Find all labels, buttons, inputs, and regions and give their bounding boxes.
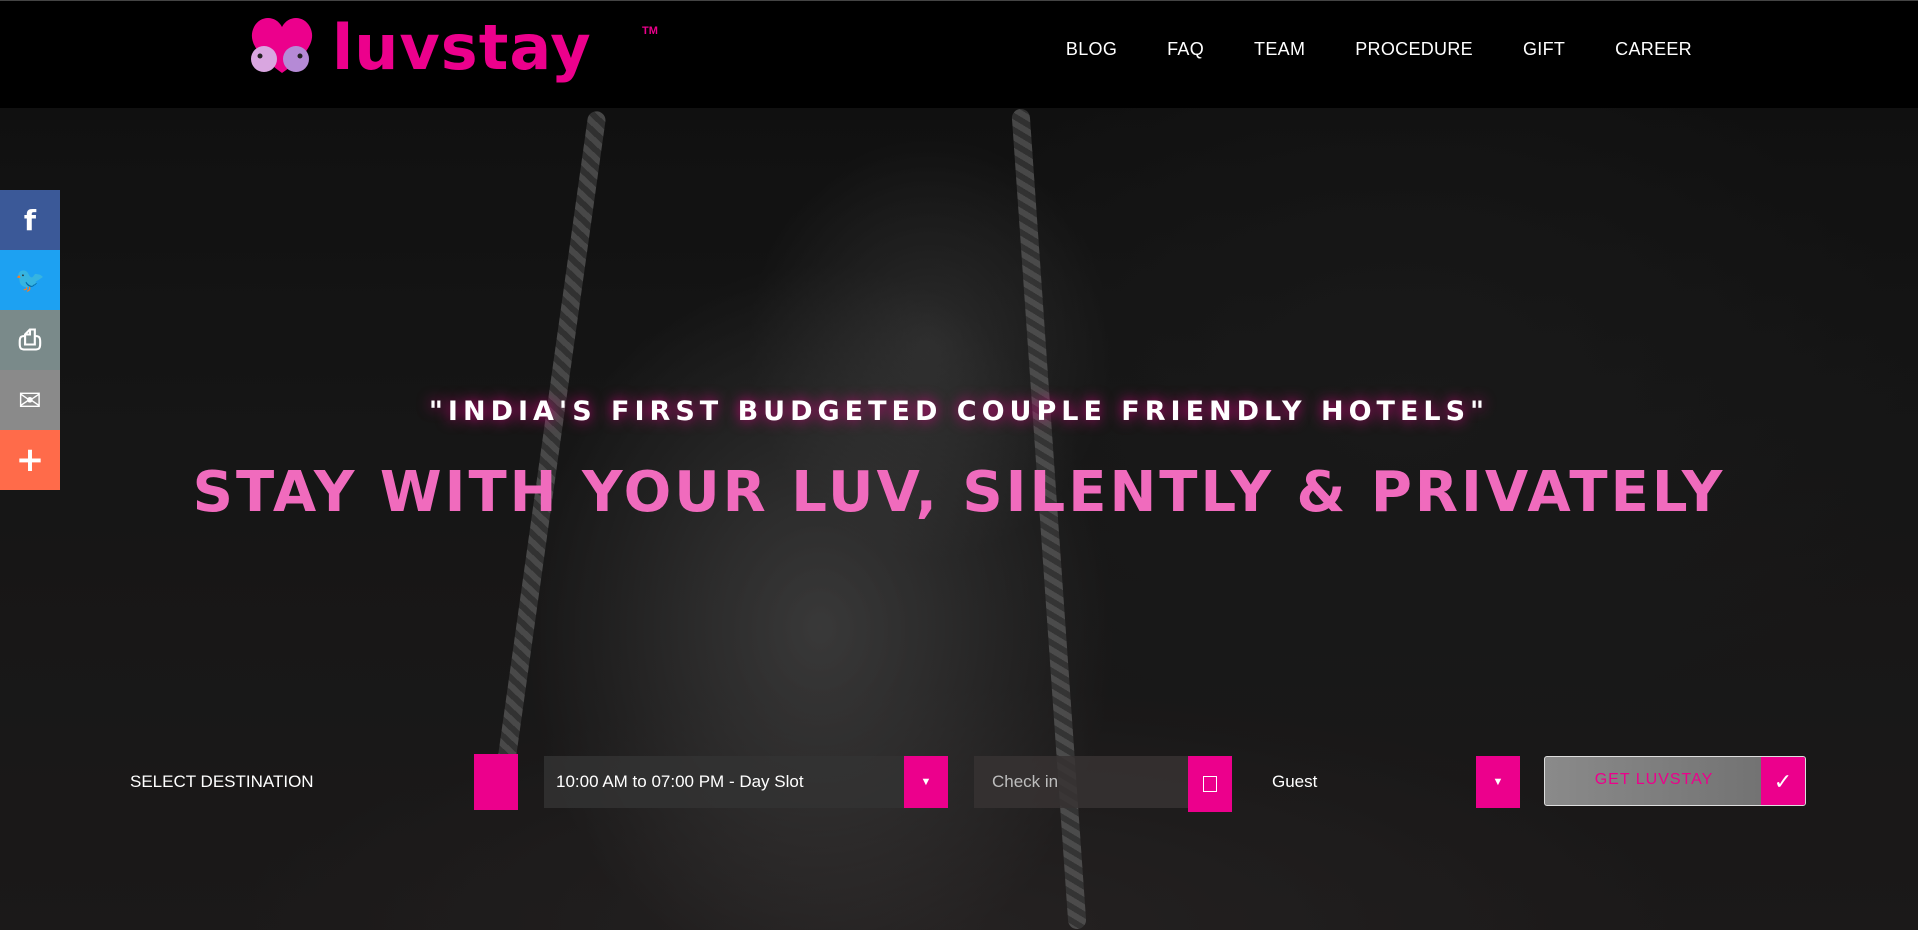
guest-select[interactable]: Guest ▼ <box>1262 756 1520 808</box>
social-share-bar: f 🐦 ⎙ ✉ + <box>0 190 60 490</box>
hero-tagline: "INDIA'S FIRST BUDGETED COUPLE FRIENDLY … <box>428 396 1490 427</box>
nav-faq[interactable]: FAQ <box>1167 39 1204 60</box>
twitter-icon[interactable]: 🐦 <box>0 250 60 310</box>
time-slot-value: 10:00 AM to 07:00 PM - Day Slot <box>556 772 804 791</box>
luvstay-logo[interactable]: luvstay TM <box>244 11 664 91</box>
guest-chevron-icon[interactable]: ▼ <box>1476 756 1520 808</box>
email-icon[interactable]: ✉ <box>0 370 60 430</box>
trademark-mark: TM <box>642 25 658 37</box>
time-slot-chevron-icon[interactable]: ▼ <box>904 756 948 808</box>
nav-procedure[interactable]: PROCEDURE <box>1355 39 1473 60</box>
site-header: luvstay TM BLOG FAQ TEAM PROCEDURE GIFT … <box>0 0 1918 108</box>
facebook-icon[interactable]: f <box>0 190 60 250</box>
hero-headline: STAY WITH YOUR LUV, SILENTLY & PRIVATELY <box>192 460 1726 525</box>
guest-value: Guest <box>1272 772 1318 791</box>
get-luvstay-button[interactable]: GET LUVSTAY ✓ <box>1544 756 1806 806</box>
nav-team[interactable]: TEAM <box>1254 39 1305 60</box>
get-luvstay-label: GET LUVSTAY <box>1594 771 1714 788</box>
more-share-icon[interactable]: + <box>0 430 60 490</box>
calendar-icon[interactable] <box>1188 756 1232 812</box>
nav-career[interactable]: CAREER <box>1615 39 1692 60</box>
nav-blog[interactable]: BLOG <box>1066 39 1117 60</box>
hearts-logo-icon <box>251 18 313 73</box>
print-icon[interactable]: ⎙ <box>0 310 60 370</box>
checkmark-icon: ✓ <box>1761 757 1805 805</box>
time-slot-select[interactable]: 10:00 AM to 07:00 PM - Day Slot ▼ <box>544 756 948 808</box>
main-nav: BLOG FAQ TEAM PROCEDURE GIFT CAREER <box>1016 39 1692 60</box>
nav-gift[interactable]: GIFT <box>1523 39 1565 60</box>
logo-wordmark: luvstay <box>332 11 592 84</box>
destination-label: SELECT DESTINATION <box>130 772 314 791</box>
destination-select[interactable]: SELECT DESTINATION <box>120 754 518 810</box>
destination-dropdown-button[interactable] <box>474 754 518 810</box>
